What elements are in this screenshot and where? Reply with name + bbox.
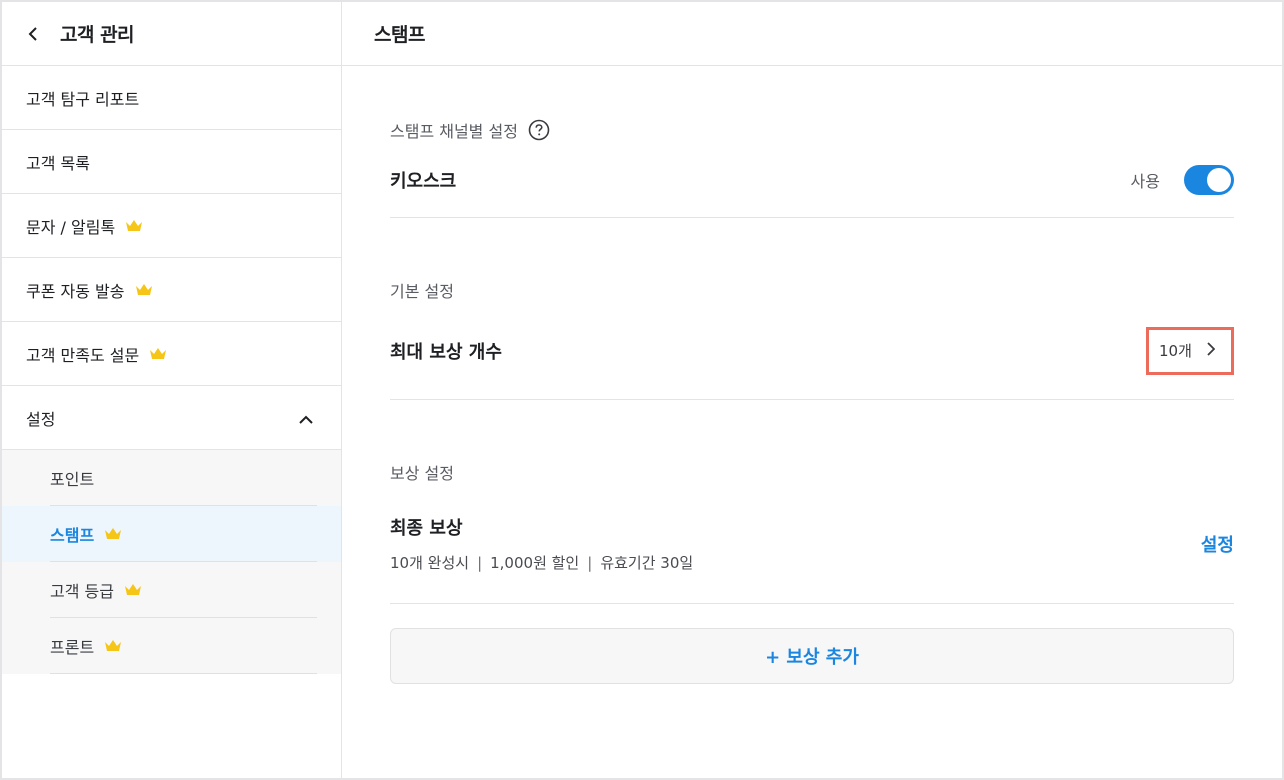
sidebar-item-customer-list[interactable]: 고객 목록 (2, 130, 341, 194)
final-reward-details: 10개 완성시 | 1,000원 할인 | 유효기간 30일 (390, 552, 693, 573)
sidebar-title: 고객 관리 (60, 24, 135, 46)
sidebar-item-label: 설정 (26, 409, 56, 429)
page-title: 스탬프 (374, 24, 425, 46)
crown-icon (125, 219, 143, 233)
sidebar-item-label: 고객 탐구 리포트 (26, 89, 140, 109)
stamp-settings-content: 스탬프 채널별 설정 키오스크 사용 기본 설정 최대 보상 개수 10개 보상… (390, 66, 1234, 684)
sidebar-item-messages[interactable]: 문자 / 알림톡 (2, 194, 341, 258)
max-reward-count-button[interactable]: 10개 (1146, 326, 1234, 375)
max-reward-title: 최대 보상 개수 (390, 341, 502, 363)
reward-detail-count: 10개 완성시 (390, 554, 470, 572)
crown-icon (135, 283, 153, 297)
final-reward-setting-button[interactable]: 설정 (1201, 531, 1234, 557)
add-reward-label: + 보상 추가 (765, 647, 859, 668)
kiosk-toggle-label: 사용 (1130, 171, 1160, 191)
sidebar-subitem-label: 스탬프 (50, 526, 95, 545)
final-reward-info: 최종 보상 10개 완성시 | 1,000원 할인 | 유효기간 30일 (390, 514, 693, 573)
sidebar-header: 고객 관리 (2, 2, 341, 66)
final-reward-title: 최종 보상 (390, 518, 463, 539)
crown-icon (149, 347, 167, 361)
reward-section-label: 보상 설정 (390, 460, 1234, 484)
sidebar-subitem-customer-grade[interactable]: 고객 등급 (2, 562, 341, 618)
kiosk-toggle-group: 사용 (1130, 164, 1234, 195)
channel-section-title: 스탬프 채널별 설정 (390, 122, 518, 141)
sidebar-subitem-label: 고객 등급 (50, 582, 114, 601)
sidebar-item-auto-coupon[interactable]: 쿠폰 자동 발송 (2, 258, 341, 322)
chevron-up-icon (299, 410, 313, 429)
channel-section-label: 스탬프 채널별 설정 (390, 118, 1234, 142)
kiosk-title: 키오스크 (390, 170, 457, 192)
help-circle-icon[interactable] (528, 119, 550, 141)
detail-separator: | (477, 554, 483, 572)
final-reward-row: 최종 보상 10개 완성시 | 1,000원 할인 | 유효기간 30일 설정 (390, 484, 1234, 604)
sidebar-item-customer-report[interactable]: 고객 탐구 리포트 (2, 66, 341, 130)
basic-section-label: 기본 설정 (390, 278, 1234, 302)
settings-submenu: 포인트 스탬프 고객 등급 프론트 (2, 450, 341, 674)
detail-separator: | (587, 554, 593, 572)
sidebar-subitem-front[interactable]: 프론트 (2, 618, 341, 674)
sidebar-item-label: 문자 / 알림톡 (26, 217, 116, 237)
sidebar-item-satisfaction-survey[interactable]: 고객 만족도 설문 (2, 322, 341, 386)
reward-detail-discount: 1,000원 할인 (490, 554, 580, 572)
kiosk-row: 키오스크 사용 (390, 142, 1234, 218)
sidebar-item-label: 고객 만족도 설문 (26, 345, 140, 365)
kiosk-toggle[interactable] (1184, 164, 1234, 195)
sidebar: 고객 관리 고객 탐구 리포트 고객 목록 문자 / 알림톡 쿠폰 자동 발송 … (2, 2, 342, 778)
app-window: 고객 관리 고객 탐구 리포트 고객 목록 문자 / 알림톡 쿠폰 자동 발송 … (0, 0, 1284, 780)
sidebar-item-settings[interactable]: 설정 (2, 386, 341, 450)
reward-section-title: 보상 설정 (390, 464, 454, 483)
main-panel: 스탬프 스탬프 채널별 설정 키오스크 사용 기본 설정 최대 보상 개수 10… (342, 2, 1282, 778)
crown-icon (124, 583, 142, 597)
sidebar-subitem-points[interactable]: 포인트 (2, 450, 341, 506)
sidebar-subitem-label: 포인트 (50, 470, 95, 489)
chevron-left-icon[interactable] (26, 26, 42, 42)
sidebar-subitem-stamp[interactable]: 스탬프 (2, 506, 341, 562)
sidebar-item-label: 고객 목록 (26, 153, 90, 173)
crown-icon (104, 639, 122, 653)
sidebar-subitem-label: 프론트 (50, 638, 95, 657)
sidebar-item-label: 쿠폰 자동 발송 (26, 281, 125, 301)
add-reward-button[interactable]: + 보상 추가 (390, 628, 1234, 684)
max-reward-row: 최대 보상 개수 10개 (390, 302, 1234, 400)
crown-icon (104, 527, 122, 541)
reward-detail-validity: 유효기간 30일 (600, 554, 694, 572)
toggle-knob (1207, 167, 1231, 192)
chevron-right-icon (1207, 341, 1216, 360)
main-header: 스탬프 (342, 2, 1282, 66)
basic-section-title: 기본 설정 (390, 282, 454, 301)
max-reward-value: 10개 (1159, 342, 1192, 360)
